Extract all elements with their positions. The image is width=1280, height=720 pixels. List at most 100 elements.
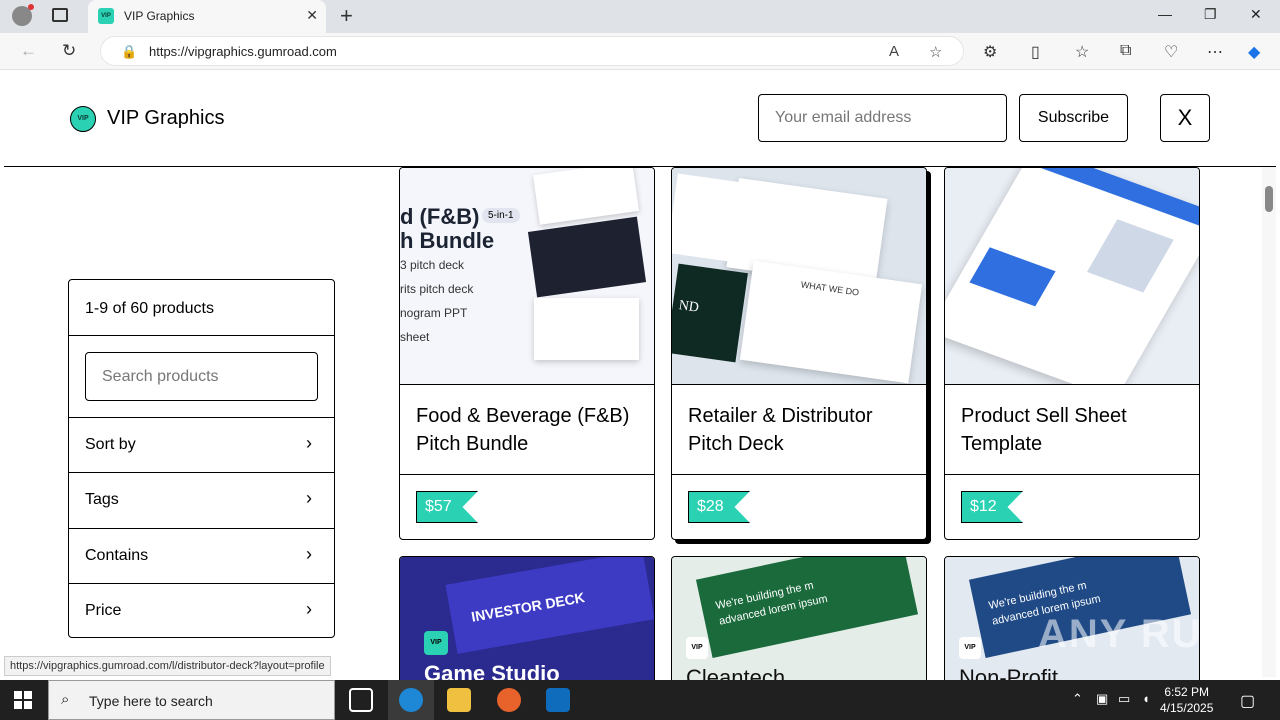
subscribe-button[interactable]: Subscribe [1019,94,1128,142]
maximize-button[interactable]: ❐ [1204,6,1217,23]
address-bar-row: ← ↻ 🔒 https://vipgraphics.gumroad.com A … [0,33,1280,70]
thumb-slide: INVESTOR DECK [445,557,654,654]
edge-icon [399,688,423,712]
email-input[interactable] [758,94,1007,142]
url-bar[interactable]: 🔒 https://vipgraphics.gumroad.com A ☆ [100,36,964,66]
copilot-icon[interactable]: ◆ [1248,42,1260,62]
product-card[interactable]: ND WHAT WE DO Retailer & Distributor Pit… [671,167,927,540]
filter-label: Price [85,602,122,619]
filter-sort-by[interactable]: Sort by › [69,417,334,472]
thumb-sheet [945,168,1199,384]
tab-actions-icon[interactable] [52,8,68,22]
thumb-sheet-image [1086,219,1174,293]
product-thumbnail [945,168,1199,385]
vip-logo: VIP [424,631,448,655]
price-tag: $28 [688,491,750,523]
product-thumbnail: d (F&B) h Bundle 5-in-1 3 pitch deck rit… [400,168,654,385]
site-logo[interactable]: VIP [70,106,96,132]
minimize-button[interactable]: — [1158,6,1172,22]
filter-label: Contains [85,547,149,564]
scrollbar-thumb[interactable] [1265,186,1273,212]
browser-tab-bar: VIP VIP Graphics ✕ + — ❐ ✕ [0,0,1280,33]
filter-label: Tags [85,491,119,508]
site-title[interactable]: VIP Graphics [107,107,224,130]
search-input[interactable] [85,352,318,401]
price-tag: $12 [961,491,1023,523]
filter-price[interactable]: Price › [69,583,334,638]
favorites-icon[interactable]: ☆ [1075,42,1089,62]
back-icon[interactable]: ← [20,41,37,61]
product-card[interactable]: Product Sell Sheet Template $12 [944,167,1200,540]
new-tab-icon[interactable]: + [340,3,353,29]
x-social-button[interactable]: X [1160,94,1210,142]
clock-date: 4/15/2025 [1160,701,1214,715]
product-footer: $57 [400,474,654,539]
search-icon: ⌕ [61,691,70,708]
thumb-text: WHAT WE DO [800,279,860,298]
tab-title: VIP Graphics [124,9,195,23]
product-footer: $12 [945,474,1199,539]
thumb-slide: We're building the m advanced lorem ipsu… [695,557,919,658]
tab-close-icon[interactable]: ✕ [306,7,318,24]
tab-favicon: VIP [98,8,114,24]
taskbar-search[interactable]: ⌕ Type here to search [48,680,335,720]
edge-taskbar-slot[interactable] [388,680,434,720]
task-view-icon[interactable] [349,688,373,712]
product-footer: $28 [672,474,926,539]
lock-icon: 🔒 [121,44,138,59]
taskbar: ⌕ Type here to search ⌃ ▣ ▭ ◖ 6:52 PM 4/… [0,680,1280,720]
product-card[interactable]: We're building the m advanced lorem ipsu… [671,556,927,696]
thumb-badge: 5-in-1 [482,208,520,223]
windows-start-icon[interactable] [14,691,32,709]
tray-chevron-icon[interactable]: ⌃ [1072,691,1083,707]
taskbar-clock[interactable]: 6:52 PM 4/15/2025 [1160,684,1213,716]
thumb-slide: ND [672,263,748,363]
product-title[interactable]: Retailer & Distributor Pitch Deck [688,402,916,458]
refresh-icon[interactable]: ↻ [62,41,76,61]
scrollbar[interactable] [1262,167,1276,677]
thumb-slide [527,216,647,298]
thumb-text: h Bundle [400,228,495,253]
thumb-text: INVESTOR DECK [469,589,586,625]
extensions-icon[interactable]: ⚙ [983,42,997,62]
chevron-right-icon: › [306,488,312,508]
tray-device-icon[interactable]: ▣ [1096,691,1108,707]
filter-panel: 1-9 of 60 products Sort by › Tags › Cont… [68,279,335,638]
product-card[interactable]: d (F&B) h Bundle 5-in-1 3 pitch deck rit… [399,167,655,540]
notification-dot [28,4,34,10]
product-title[interactable]: Food & Beverage (F&B) Pitch Bundle [416,402,644,458]
url-text[interactable]: https://vipgraphics.gumroad.com [149,44,337,59]
product-title[interactable]: Product Sell Sheet Template [961,402,1189,458]
browser-essentials-icon[interactable]: ♡ [1164,42,1178,62]
filter-contains[interactable]: Contains › [69,528,334,583]
thumb-slide [534,298,639,360]
more-menu-icon[interactable]: ⋯ [1207,42,1223,62]
site-header: VIP VIP Graphics Subscribe X [4,70,1276,167]
browser-tab[interactable]: VIP VIP Graphics ✕ [88,0,326,33]
file-explorer-icon[interactable] [447,688,471,712]
volume-icon[interactable]: ◖ [1142,691,1150,706]
thumb-text: 3 pitch deck [400,258,465,272]
network-icon[interactable]: ▭ [1118,691,1130,707]
filter-label: Sort by [85,436,136,453]
thumb-slide: WHAT WE DO [739,260,923,384]
firefox-icon[interactable] [497,688,521,712]
thumb-slide [672,173,748,263]
split-screen-icon[interactable]: ▯ [1031,42,1040,62]
chevron-right-icon: › [306,433,312,453]
thumb-text: rits pitch deck [400,282,474,296]
thumb-sheet-block [969,247,1056,307]
status-bar-url: https://vipgraphics.gumroad.com/l/distri… [4,656,331,676]
filter-tags[interactable]: Tags › [69,472,334,528]
close-window-button[interactable]: ✕ [1250,6,1262,23]
notification-icon[interactable]: ▢ [1240,691,1255,711]
chevron-right-icon: › [306,544,312,564]
vip-logo: VIP [959,637,981,659]
outlook-icon[interactable] [546,688,570,712]
read-aloud-icon[interactable]: A [889,43,899,60]
taskbar-search-placeholder: Type here to search [89,693,213,709]
thumb-text: sheet [400,330,430,344]
collections-icon[interactable]: ⧉ [1120,42,1131,60]
favorite-star-icon[interactable]: ☆ [929,43,942,61]
product-card[interactable]: INVESTOR DECK VIP Game Studio [399,556,655,696]
